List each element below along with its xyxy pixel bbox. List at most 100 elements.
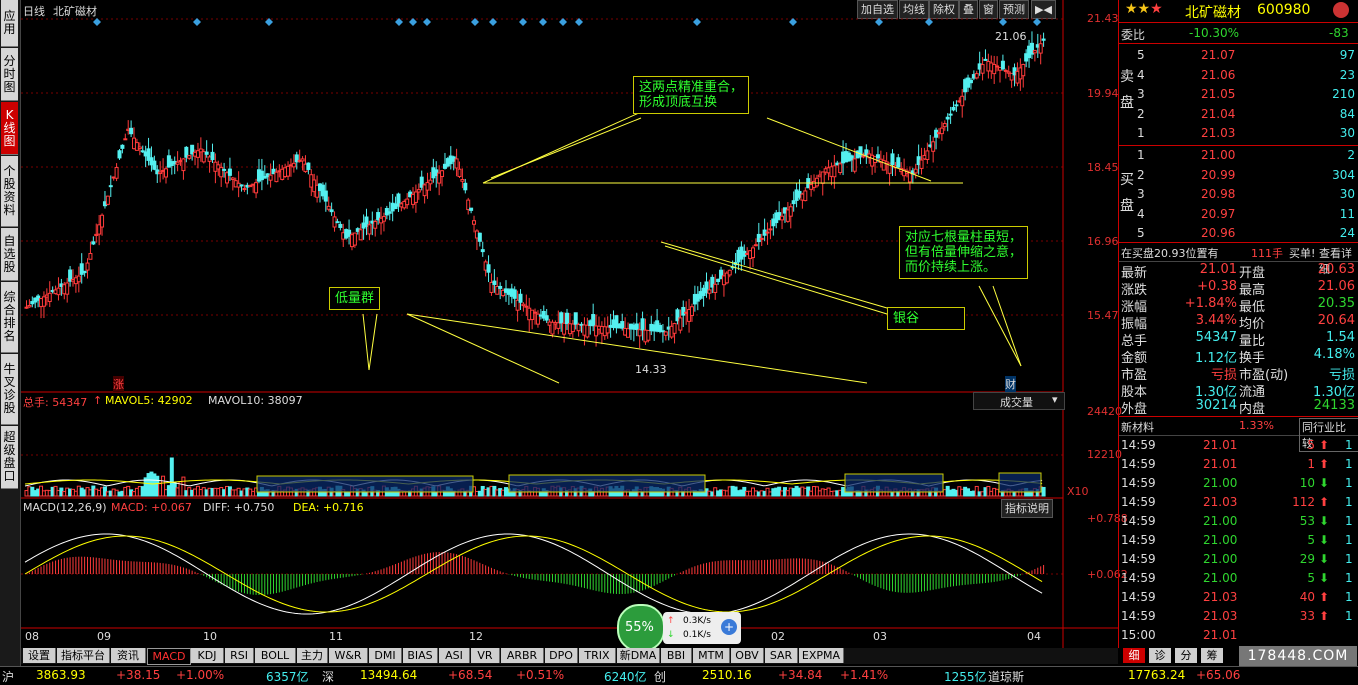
candle-body	[486, 264, 491, 273]
tab-0[interactable]: 设置	[23, 648, 56, 663]
tab-15[interactable]: TRIX	[579, 648, 616, 663]
candle-body	[890, 153, 895, 166]
candle-body	[620, 321, 625, 329]
panel-tab-2[interactable]: 分	[1175, 648, 1197, 663]
tick-price: 21.03	[1203, 609, 1238, 623]
annotation-right: 对应七根量柱虽短， 但有倍量伸缩之意， 而价持续上涨。	[899, 226, 1029, 279]
tab-8[interactable]: W&R	[329, 648, 368, 663]
candle-body	[82, 270, 87, 274]
candle-body	[573, 312, 578, 325]
tab-5[interactable]: RSI	[225, 648, 254, 663]
sell-row: 2 21.04 84	[1137, 106, 1355, 121]
tab-9[interactable]: DMI	[369, 648, 402, 663]
tab-11[interactable]: ASI	[439, 648, 470, 663]
event-marker-icon	[409, 18, 417, 26]
tick-count: 1	[1345, 609, 1353, 623]
event-marker-icon	[93, 18, 101, 26]
nav-diagnosis[interactable]: 牛叉诊股	[1, 354, 18, 425]
tab-2[interactable]: 资讯	[111, 648, 146, 663]
tick-time: 14:59	[1121, 457, 1156, 471]
candle-body	[41, 296, 46, 307]
tick-price: 21.00	[1203, 552, 1238, 566]
price-tick: 18.45	[1087, 161, 1119, 174]
candle-body	[1000, 60, 1005, 70]
network-widget[interactable]: 55%	[617, 604, 665, 652]
candle-body	[765, 231, 770, 234]
panel-tab-3[interactable]: 筹	[1201, 648, 1223, 663]
candle-body	[838, 163, 843, 174]
nav-ranking[interactable]: 综合排名	[1, 282, 18, 353]
candle-body	[175, 161, 180, 165]
candle-body	[105, 195, 110, 205]
candle-body	[559, 312, 564, 324]
candle-body	[367, 224, 372, 235]
tab-21[interactable]: EXPMA	[799, 648, 844, 663]
candle-body	[227, 168, 232, 176]
arrow-up-icon: ⬆	[1319, 457, 1330, 471]
panel-tab-0[interactable]: 细	[1123, 648, 1145, 663]
panel-tab-1[interactable]: 诊	[1149, 648, 1171, 663]
candle-body	[286, 165, 291, 177]
volume-tick: 12210	[1087, 448, 1122, 461]
tick-price: 21.01	[1203, 457, 1238, 471]
tab-19[interactable]: OBV	[731, 648, 764, 663]
tab-16[interactable]: 新DMA	[617, 648, 660, 663]
nav-watchlist[interactable]: 自选股	[1, 228, 18, 281]
macd-name: MACD(12,26,9)	[23, 501, 107, 514]
mavol5-label: MAVOL5: 42902	[105, 394, 193, 407]
tab-20[interactable]: SAR	[765, 648, 798, 663]
nav-timeshare[interactable]: 分时图	[1, 48, 18, 101]
sell-label: 卖盘	[1120, 69, 1134, 111]
arrow-down-icon: ⬇	[1319, 514, 1330, 528]
indicator-help-button[interactable]: 指标说明	[1001, 499, 1053, 518]
nav-level2[interactable]: 超级盘口	[1, 426, 18, 489]
nav-profile[interactable]: 个股资料	[1, 156, 18, 227]
tab-6[interactable]: BOLL	[255, 648, 296, 663]
chart-area[interactable]: 日线 北矿磁材 加自选 均线 除权 叠 窗 预测 ▶◀ 21.06 14.33 …	[21, 0, 1128, 652]
buy-row: 4 20.97 11	[1137, 206, 1355, 221]
candle-body	[413, 191, 418, 203]
candle-body	[498, 285, 503, 289]
candle-body	[672, 323, 677, 334]
tab-1[interactable]: 指标平台	[57, 648, 110, 663]
volume-selector[interactable]: 成交量 ▾	[973, 392, 1065, 410]
tab-3[interactable]: MACD	[147, 648, 191, 665]
tick-price: 21.00	[1203, 514, 1238, 528]
candle-body	[533, 311, 538, 314]
candle-body	[248, 185, 253, 188]
tab-17[interactable]: BBI	[661, 648, 692, 663]
tab-4[interactable]: KDJ	[191, 648, 224, 663]
candle-body	[387, 211, 392, 214]
candle-body	[931, 141, 936, 152]
candle-body	[76, 275, 81, 283]
tick-time: 14:59	[1121, 476, 1156, 490]
candle-body	[460, 179, 465, 182]
candle-body	[181, 158, 186, 172]
candle-body	[681, 306, 686, 316]
tab-18[interactable]: MTM	[693, 648, 730, 663]
inbuy-row: 在买盘20.93位置有 111手 买单! 查看详细	[1119, 242, 1358, 276]
finance-mark[interactable]: 财	[1005, 376, 1016, 392]
month-tick: 11	[329, 630, 343, 643]
candle-body	[242, 188, 247, 191]
candle-body	[974, 73, 979, 79]
quote-stock-code: 600980	[1257, 2, 1311, 18]
nav-app[interactable]: 应用	[1, 0, 18, 47]
tick-time: 14:59	[1121, 571, 1156, 585]
candle-body	[716, 278, 721, 283]
candle-body	[230, 177, 235, 180]
tab-7[interactable]: 主力	[297, 648, 328, 663]
candle-body	[948, 113, 953, 116]
tab-13[interactable]: ARBR	[501, 648, 544, 663]
event-marker-icon	[539, 18, 547, 26]
tab-12[interactable]: VR	[471, 648, 500, 663]
tab-10[interactable]: BIAS	[403, 648, 438, 663]
tick-count: 1	[1345, 552, 1353, 566]
candle-body	[56, 287, 61, 296]
tab-14[interactable]: DPO	[545, 648, 578, 663]
candle-body	[1003, 69, 1008, 72]
candle-body	[440, 170, 445, 178]
nav-kline[interactable]: K线图	[1, 102, 18, 155]
candle-body	[204, 151, 209, 155]
avatar-icon[interactable]	[1333, 2, 1349, 18]
